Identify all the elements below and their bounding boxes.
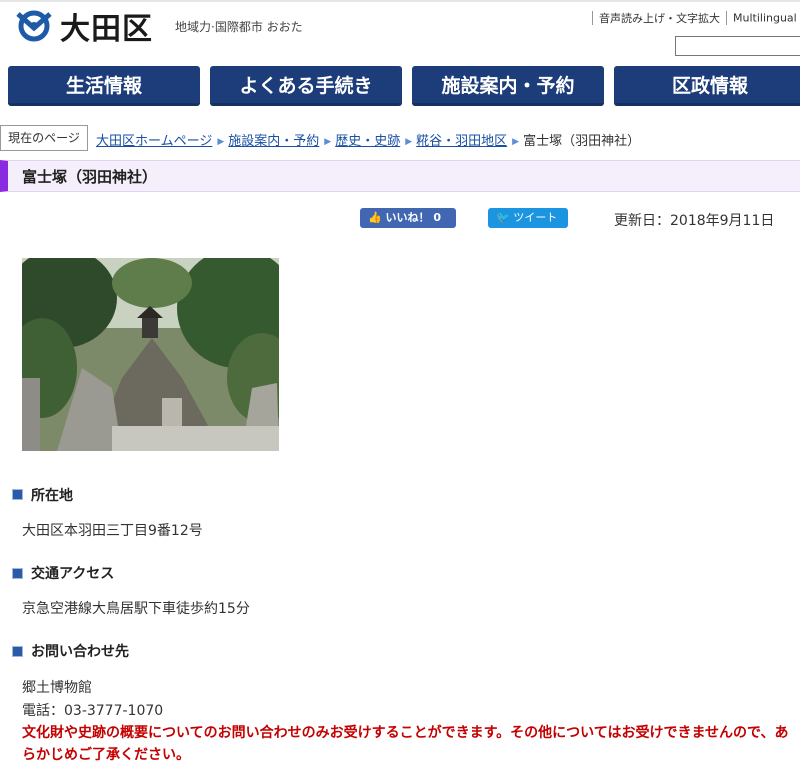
- divider: [592, 11, 593, 25]
- page-title: 富士塚（羽田神社）: [22, 168, 158, 186]
- section-marker-icon: [12, 568, 23, 579]
- nav-item-living[interactable]: 生活情報: [8, 66, 200, 106]
- breadcrumb-link-district[interactable]: 糀谷・羽田地区: [416, 134, 507, 149]
- section-heading-location: 所在地: [31, 488, 73, 504]
- tweet-button[interactable]: 🐦 ツイート: [488, 208, 568, 228]
- access-info: 京急空港線大鳥居駅下車徒歩約15分: [22, 601, 250, 617]
- tweet-label: ツイート: [513, 211, 558, 224]
- nav-item-facilities[interactable]: 施設案内・予約: [412, 66, 604, 106]
- tagline: 地域力·国際都市 おおた: [175, 20, 303, 34]
- section-heading-contact: お問い合わせ先: [31, 644, 129, 660]
- breadcrumb-link-home[interactable]: 大田区ホームページ: [96, 134, 212, 149]
- location-address: 大田区本羽田三丁目9番12号: [22, 523, 203, 539]
- breadcrumb-arrow-icon: ▶: [405, 137, 413, 147]
- nav-item-procedures[interactable]: よくある手続き: [210, 66, 402, 106]
- contact-name: 郷土博物館: [22, 680, 92, 696]
- breadcrumb-arrow-icon: ▶: [324, 137, 332, 147]
- site-name[interactable]: 大田区: [60, 4, 153, 48]
- breadcrumb-label: 現在のページ: [0, 125, 88, 151]
- like-label: いいね！ 0: [385, 211, 442, 224]
- voice-reading-link[interactable]: 音声読み上げ・文字拡大: [599, 12, 720, 25]
- breadcrumb-arrow-icon: ▶: [512, 137, 520, 147]
- notice-text: 文化財や史跡の概要についてのお問い合わせのみお受けすることができます。その他につ…: [22, 725, 789, 763]
- contact-phone: 電話：03-3777-1070: [22, 703, 164, 719]
- twitter-bird-icon: 🐦: [496, 211, 510, 224]
- section-marker-icon: [12, 646, 23, 657]
- search-input[interactable]: [675, 36, 800, 56]
- section-marker-icon: [12, 489, 23, 500]
- breadcrumb-arrow-icon: ▶: [217, 137, 225, 147]
- multilingual-link[interactable]: Multilingual: [733, 12, 797, 25]
- updated-date: 更新日：2018年9月11日: [614, 213, 775, 229]
- breadcrumb-link-facilities[interactable]: 施設案内・予約: [228, 134, 319, 149]
- fujizuka-shrine-photo: [22, 258, 279, 451]
- nav-item-administration[interactable]: 区政情報: [614, 66, 800, 106]
- ota-city-logo-icon[interactable]: [14, 8, 54, 42]
- section-heading-access: 交通アクセス: [31, 566, 115, 582]
- facebook-like-button[interactable]: 👍 いいね！ 0: [360, 208, 456, 228]
- utility-links: 音声読み上げ・文字拡大 Multilingual: [586, 10, 797, 26]
- breadcrumb-current: 富士塚（羽田神社）: [523, 134, 641, 149]
- thumbs-up-icon: 👍: [368, 211, 382, 224]
- divider: [726, 11, 727, 25]
- breadcrumb: 大田区ホームページ ▶ 施設案内・予約 ▶ 歴史・史跡 ▶ 糀谷・羽田地区 ▶ 富士塚（羽田神社…: [96, 130, 640, 149]
- breadcrumb-link-history[interactable]: 歴史・史跡: [335, 134, 400, 149]
